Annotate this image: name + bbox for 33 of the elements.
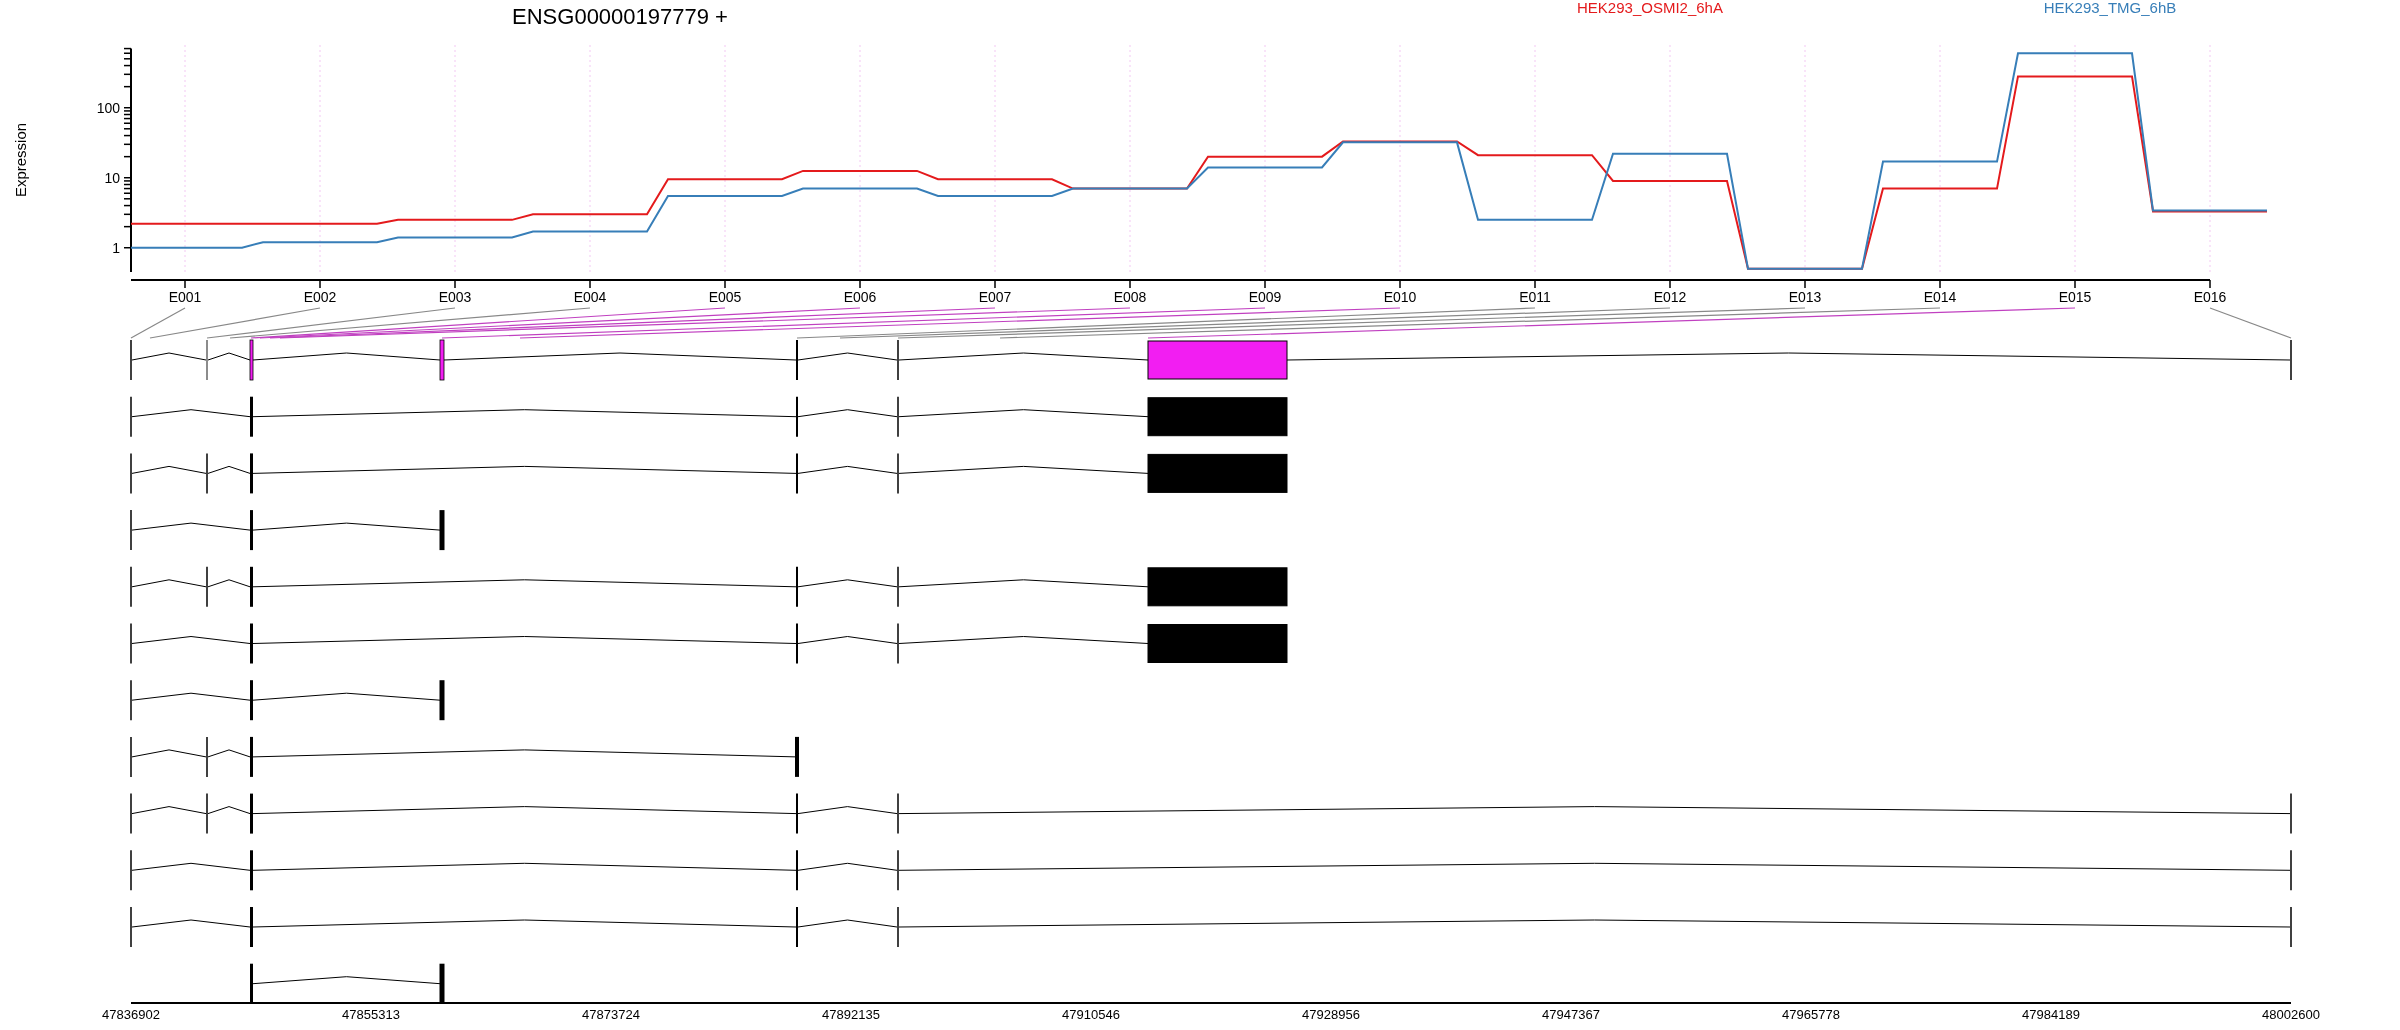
x-tick-label: E016 [2193, 289, 2227, 305]
x-tick-label: E014 [1923, 289, 1957, 305]
x-tick-label: E005 [708, 289, 742, 305]
x-tick-label: E015 [2058, 289, 2092, 305]
genomic-position-label: 47855313 [342, 1007, 400, 1022]
legend-label: HEK293_OSMI2_6hA [1577, 0, 1723, 16]
genomic-position-label: 47928956 [1302, 1007, 1360, 1022]
x-tick-label: E006 [843, 289, 877, 305]
genomic-position-label: 47965778 [1782, 1007, 1840, 1022]
genomic-position-label: 48002600 [2262, 1007, 2320, 1022]
x-tick-label: E002 [303, 289, 337, 305]
genomic-position-label: 47892135 [822, 1007, 880, 1022]
genomic-position-label: 47873724 [582, 1007, 640, 1022]
x-tick-label: E003 [438, 289, 472, 305]
x-tick-label: E012 [1653, 289, 1687, 305]
x-tick-label: E004 [573, 289, 607, 305]
y-tick-label: 100 [96, 99, 120, 116]
genomic-position-label: 47910546 [1062, 1007, 1120, 1022]
y-tick-label: 10 [104, 169, 120, 186]
x-tick-label: E009 [1248, 289, 1282, 305]
y-tick-label: 1 [112, 239, 120, 256]
genomic-position-label: 47947367 [1542, 1007, 1600, 1022]
y-axis-label: Expression [12, 122, 29, 198]
x-tick-label: E007 [978, 289, 1012, 305]
chart-title: ENSG00000197779 + [512, 4, 728, 29]
x-tick-label: E001 [168, 289, 202, 305]
x-tick-label: E011 [1519, 289, 1551, 305]
x-tick-label: E008 [1113, 289, 1147, 305]
x-tick-label: E010 [1383, 289, 1417, 305]
genomic-position-label: 47836902 [102, 1007, 160, 1022]
x-tick-label: E013 [1788, 289, 1822, 305]
legend-label: HEK293_TMG_6hB [2043, 0, 2177, 16]
genomic-position-label: 47984189 [2022, 1007, 2080, 1022]
